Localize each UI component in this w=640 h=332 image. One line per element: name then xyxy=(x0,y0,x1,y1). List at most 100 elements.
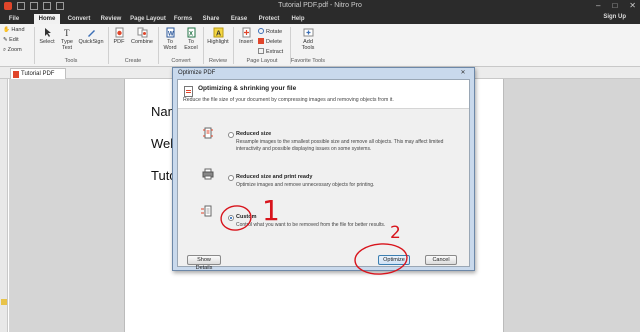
zoom-tool[interactable]: ⌕ Zoom xyxy=(3,47,22,54)
insert-page-icon xyxy=(242,27,250,38)
window-title: Tutorial PDF.pdf - Nitro Pro xyxy=(278,2,362,9)
rotate-label: Rotate xyxy=(266,29,283,35)
page-layout-group-label: Page Layout xyxy=(246,58,278,64)
create-group-label: Create xyxy=(124,58,142,64)
to-excel-button[interactable]: X To Excel xyxy=(182,27,200,51)
cursor-icon xyxy=(44,28,51,37)
print-ready-description: Optimize images and remove unnecessary o… xyxy=(236,182,375,188)
tab-home[interactable]: Home xyxy=(34,14,60,24)
dialog-title: Optimize PDF xyxy=(178,70,216,76)
compress-icon xyxy=(203,127,213,139)
highlight-button[interactable]: A Highlight xyxy=(205,27,231,45)
custom-settings-icon xyxy=(201,205,212,217)
tab-protect[interactable]: Protect xyxy=(254,14,284,24)
tab-review[interactable]: Review xyxy=(98,14,124,24)
svg-text:W: W xyxy=(168,32,174,38)
insert-button[interactable]: Insert xyxy=(236,27,256,45)
dialog-body: Optimizing & shrinking your file Reduce … xyxy=(177,79,470,271)
delete-page-button[interactable]: Delete xyxy=(258,38,282,45)
tab-share[interactable]: Share xyxy=(198,14,224,24)
rotate-icon xyxy=(258,28,264,34)
document-line-2: Wel xyxy=(151,136,174,151)
extract-label: Extract xyxy=(266,49,284,55)
ribbon-separator xyxy=(233,27,234,64)
show-details-button[interactable]: Show Details xyxy=(187,255,221,271)
edit-tool[interactable]: ✎ Edit xyxy=(3,37,19,43)
hand-icon: ✋ xyxy=(3,27,10,33)
tab-help[interactable]: Help xyxy=(288,14,308,24)
hand-tool[interactable]: ✋ Hand xyxy=(3,27,25,33)
zoom-icon: ⌕ xyxy=(3,47,7,53)
convert-group-label: Convert xyxy=(171,58,191,64)
combine-label: Combine xyxy=(130,39,153,45)
optimize-pdf-dialog: Optimize PDF ✕ Optimizing & shrinking yo… xyxy=(172,67,475,271)
type-text-button[interactable]: T Type Text xyxy=(58,27,76,51)
zoom-label: Zoom xyxy=(7,47,22,53)
menu-tab-bar: File Home Convert Review Page Layout For… xyxy=(0,13,640,24)
word-icon: W xyxy=(166,27,174,38)
document-tab-label: Tutorial PDF xyxy=(21,71,55,77)
reduced-size-description: Resample images to the smallest possible… xyxy=(236,139,444,152)
svg-text:T: T xyxy=(64,28,70,38)
restore-button[interactable]: □ xyxy=(612,1,617,10)
hand-label: Hand xyxy=(11,27,25,33)
ribbon: ✋ Hand ✎ Edit ⌕ Zoom Select T Type Text … xyxy=(0,24,640,67)
to-word-button[interactable]: W To Word xyxy=(161,27,179,51)
insert-label: Insert xyxy=(239,39,253,45)
ribbon-separator xyxy=(203,27,204,64)
to-word-label: To Word xyxy=(163,39,177,51)
add-tools-button[interactable]: Add Tools xyxy=(296,27,320,51)
optimize-button[interactable]: Optimize xyxy=(378,255,410,265)
dialog-heading: Optimizing & shrinking your file xyxy=(198,85,297,92)
custom-title[interactable]: Custom xyxy=(236,214,256,220)
extract-icon xyxy=(258,48,264,54)
reduced-size-radio[interactable] xyxy=(228,132,234,138)
optimize-icon xyxy=(184,86,193,97)
tools-group-label: Tools xyxy=(64,58,78,64)
type-text-label: Type Text xyxy=(61,39,73,51)
add-tools-icon xyxy=(303,28,313,37)
add-tools-label: Add Tools xyxy=(301,39,315,51)
edit-label: Edit xyxy=(9,37,19,43)
pdf-icon xyxy=(115,27,123,38)
combine-button[interactable]: Combine xyxy=(130,27,154,45)
delete-icon xyxy=(258,38,264,44)
excel-icon: X xyxy=(187,27,195,38)
printer-icon xyxy=(202,168,214,180)
highlight-icon: A xyxy=(213,27,223,38)
favorite-tools-group-label: Favorite Tools xyxy=(290,58,326,64)
document-tab[interactable]: Tutorial PDF xyxy=(10,68,66,79)
combine-icon xyxy=(137,27,147,38)
select-button[interactable]: Select xyxy=(38,27,56,45)
tab-convert[interactable]: Convert xyxy=(66,14,92,24)
delete-label: Delete xyxy=(266,39,282,45)
extract-button[interactable]: Extract xyxy=(258,48,283,55)
quicksign-label: QuickSign xyxy=(78,39,104,45)
tab-page-layout[interactable]: Page Layout xyxy=(130,14,166,24)
cancel-button[interactable]: Cancel xyxy=(425,255,457,265)
tab-erase[interactable]: Erase xyxy=(226,14,252,24)
review-group-label: Review xyxy=(208,58,228,64)
highlight-label: Highlight xyxy=(207,39,229,45)
ribbon-separator xyxy=(108,27,109,64)
svg-text:X: X xyxy=(189,32,193,38)
dialog-close-button[interactable]: ✕ xyxy=(456,69,470,77)
print-ready-title[interactable]: Reduced size and print ready xyxy=(236,174,312,180)
close-window-button[interactable]: ✕ xyxy=(629,1,636,10)
print-ready-radio[interactable] xyxy=(228,175,234,181)
comment-marker-icon[interactable] xyxy=(1,299,7,305)
custom-radio[interactable] xyxy=(228,215,234,221)
tab-forms[interactable]: Forms xyxy=(170,14,196,24)
ribbon-separator xyxy=(34,27,35,64)
tab-file[interactable]: File xyxy=(4,14,24,24)
custom-description: Control what you want to be removed from… xyxy=(236,222,386,228)
rotate-button[interactable]: Rotate xyxy=(258,28,282,35)
reduced-size-title[interactable]: Reduced size xyxy=(236,131,271,137)
pdf-create-button[interactable]: PDF xyxy=(111,27,127,45)
pdf-file-icon xyxy=(13,71,19,78)
sign-up-link[interactable]: Sign Up xyxy=(603,14,626,20)
quicksign-button[interactable]: QuickSign xyxy=(78,27,104,45)
to-excel-label: To Excel xyxy=(184,39,198,51)
minimize-button[interactable]: – xyxy=(596,1,600,10)
edit-icon: ✎ xyxy=(3,37,8,43)
